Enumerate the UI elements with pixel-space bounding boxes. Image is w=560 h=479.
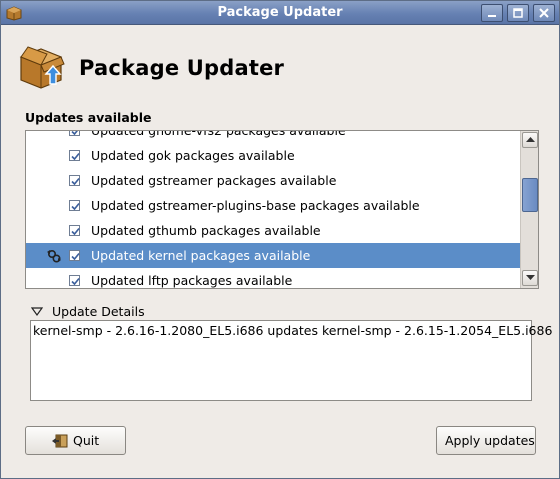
- package-update-icon: [19, 46, 65, 89]
- list-item-label: Updated gstreamer packages available: [91, 173, 337, 188]
- window-title: Package Updater: [217, 5, 343, 20]
- update-checkbox[interactable]: [69, 150, 80, 161]
- maximize-icon: [513, 8, 523, 18]
- update-details-textview[interactable]: kernel-smp - 2.6.16-1.2080_EL5.i686 upda…: [30, 320, 552, 401]
- scrollbar-thumb[interactable]: [522, 178, 538, 212]
- close-icon: [539, 8, 549, 18]
- maximize-button[interactable]: [507, 4, 529, 22]
- list-item[interactable]: Updated lftp packages available: [26, 268, 520, 288]
- scroll-down-button[interactable]: [522, 270, 538, 286]
- update-checkbox[interactable]: [69, 225, 80, 236]
- update-cycle-icon: [47, 249, 61, 263]
- exit-icon: [52, 434, 68, 448]
- update-details-text: kernel-smp - 2.6.16-1.2080_EL5.i686 upda…: [33, 323, 553, 338]
- list-item-label: Updated lftp packages available: [91, 273, 293, 288]
- list-item-label: Updated gthumb packages available: [91, 223, 321, 238]
- close-button[interactable]: [533, 4, 555, 22]
- title-bar[interactable]: Package Updater: [1, 1, 559, 25]
- list-item[interactable]: Updated gnome-vfs2 packages available: [26, 130, 520, 143]
- arrow-down-icon: [526, 275, 535, 280]
- quit-button[interactable]: Quit: [25, 426, 126, 455]
- update-checkbox[interactable]: [69, 275, 80, 286]
- list-item[interactable]: Updated gthumb packages available: [26, 218, 520, 243]
- list-item-selected[interactable]: Updated kernel packages available: [26, 243, 520, 268]
- arrow-up-icon: [526, 137, 535, 142]
- page-title: Package Updater: [79, 56, 285, 80]
- list-item-label: Updated kernel packages available: [91, 248, 311, 263]
- list-item[interactable]: Updated gok packages available: [26, 143, 520, 168]
- list-item-label: Updated gstreamer-plugins-base packages …: [91, 198, 420, 213]
- updates-list[interactable]: Updated gnome-vfs2 packages available Up…: [25, 130, 539, 289]
- update-checkbox[interactable]: [69, 131, 80, 136]
- updates-available-label: Updates available: [25, 110, 152, 125]
- list-scrollbar[interactable]: [520, 131, 538, 288]
- update-checkbox[interactable]: [69, 200, 80, 211]
- update-details-label: Update Details: [52, 304, 145, 319]
- list-item-label: Updated gok packages available: [91, 148, 295, 163]
- list-item-label: Updated gnome-vfs2 packages available: [91, 130, 346, 138]
- list-item[interactable]: Updated gstreamer packages available: [26, 168, 520, 193]
- list-item[interactable]: Updated gstreamer-plugins-base packages …: [26, 193, 520, 218]
- package-updater-window: Package Updater Package Updater Updates …: [0, 0, 560, 479]
- scroll-up-button[interactable]: [522, 132, 538, 148]
- apply-updates-button[interactable]: Apply updates: [436, 426, 536, 455]
- update-checkbox[interactable]: [69, 175, 80, 186]
- minimize-button[interactable]: [481, 4, 503, 22]
- quit-label: Quit: [73, 433, 100, 448]
- apply-updates-label: Apply updates: [445, 433, 535, 448]
- expander-triangle-icon: [31, 307, 43, 317]
- update-checkbox[interactable]: [69, 250, 80, 261]
- minimize-icon: [488, 15, 496, 17]
